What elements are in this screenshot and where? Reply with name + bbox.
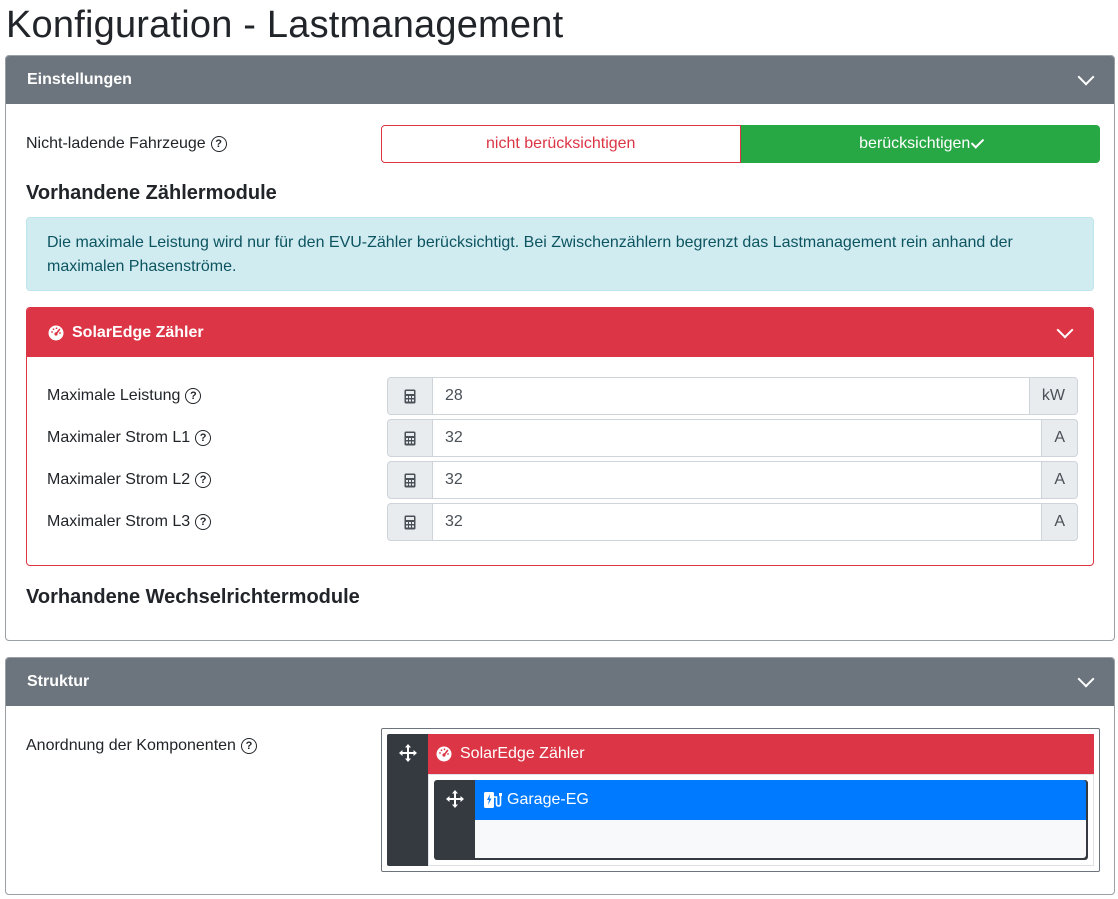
field-label: Maximale Leistung ? <box>47 377 202 415</box>
move-icon[interactable] <box>445 789 465 809</box>
unit-label: A <box>1041 419 1078 457</box>
field-label: Maximaler Strom L2 ? <box>47 461 212 499</box>
tree-child-label: Garage-EG <box>507 791 589 808</box>
arrangement-label: Anordnung der Komponenten <box>26 737 236 754</box>
unit-label: A <box>1041 461 1078 499</box>
arrangement-label-row: Anordnung der Komponenten ? <box>26 736 257 756</box>
option-not-consider-button[interactable]: nicht berücksichtigen <box>381 125 741 163</box>
max-power-input[interactable] <box>433 377 1029 415</box>
chevron-down-icon[interactable] <box>1077 670 1095 688</box>
field-row-l1: Maximaler Strom L1 ? A <box>27 419 1093 457</box>
help-icon[interactable]: ? <box>185 388 202 404</box>
help-icon[interactable]: ? <box>195 514 212 530</box>
unit-label: kW <box>1028 377 1078 415</box>
l3-input-group: A <box>387 503 1078 541</box>
tree-child-dropzone[interactable] <box>475 820 1086 858</box>
help-icon[interactable]: ? <box>195 472 212 488</box>
gauge-icon <box>436 746 452 762</box>
field-label-text: Maximaler Strom L1 <box>47 429 191 446</box>
tree-root-label: SolarEdge Zähler <box>460 745 585 762</box>
meter-header[interactable]: SolarEdge Zähler <box>27 308 1093 357</box>
non-charging-toggle: nicht berücksichtigen berücksichtigen <box>381 125 1100 163</box>
l2-current-input[interactable] <box>433 461 1042 499</box>
option-not-consider-label: nicht berücksichtigen <box>486 135 636 152</box>
struktur-header[interactable]: Struktur <box>6 658 1114 706</box>
l1-input-group: A <box>387 419 1078 457</box>
struktur-title: Struktur <box>27 673 90 690</box>
tree-root-children: Garage-EG <box>428 774 1094 866</box>
field-row-l2: Maximaler Strom L2 ? A <box>27 461 1093 499</box>
field-label-text: Maximale Leistung <box>47 387 181 404</box>
non-charging-label-row: Nicht-ladende Fahrzeuge ? <box>26 125 227 163</box>
help-icon[interactable]: ? <box>240 738 257 754</box>
component-tree: SolarEdge Zähler Garage-EG <box>381 728 1100 872</box>
field-label: Maximaler Strom L3 ? <box>47 503 212 541</box>
calculator-icon <box>387 503 433 541</box>
meter-card: SolarEdge Zähler Maximale Leistung ? kW … <box>26 307 1094 566</box>
einstellungen-header[interactable]: Einstellungen <box>6 56 1114 104</box>
tree-node-root: SolarEdge Zähler Garage-EG <box>387 734 1094 866</box>
meters-heading: Vorhandene Zählermodule <box>26 182 277 204</box>
einstellungen-card: Einstellungen Nicht-ladende Fahrzeuge ? … <box>5 55 1115 641</box>
field-row-l3: Maximaler Strom L3 ? A <box>27 503 1093 541</box>
move-icon[interactable] <box>398 743 418 763</box>
tree-root-header[interactable]: SolarEdge Zähler <box>428 734 1094 774</box>
tree-node-child: Garage-EG <box>434 780 1088 860</box>
max-power-input-group: kW <box>387 377 1078 415</box>
help-icon[interactable]: ? <box>210 136 227 152</box>
field-label-text: Maximaler Strom L2 <box>47 471 191 488</box>
tree-child-header[interactable]: Garage-EG <box>475 780 1086 820</box>
chevron-down-icon[interactable] <box>1056 321 1074 338</box>
calculator-icon <box>387 461 433 499</box>
struktur-card: Struktur Anordnung der Komponenten ? Sol… <box>5 657 1115 895</box>
inverters-heading: Vorhandene Wechselrichtermodule <box>26 586 360 608</box>
info-alert: Die maximale Leistung wird nur für den E… <box>26 217 1094 291</box>
einstellungen-title: Einstellungen <box>27 71 132 88</box>
option-consider-label: berücksichtigen <box>859 135 971 152</box>
option-consider-button[interactable]: berücksichtigen <box>740 125 1100 163</box>
help-icon[interactable]: ? <box>195 430 212 446</box>
unit-label: A <box>1041 503 1078 541</box>
calculator-icon <box>387 377 433 415</box>
l1-current-input[interactable] <box>433 419 1042 457</box>
chevron-down-icon[interactable] <box>1077 68 1095 86</box>
l3-current-input[interactable] <box>433 503 1042 541</box>
charging-station-icon <box>484 792 502 808</box>
meter-title: SolarEdge Zähler <box>72 323 204 341</box>
gauge-icon <box>48 325 64 340</box>
field-label: Maximaler Strom L1 ? <box>47 419 212 457</box>
check-icon <box>971 135 985 149</box>
l2-input-group: A <box>387 461 1078 499</box>
calculator-icon <box>387 419 433 457</box>
page-title: Konfiguration - Lastmanagement <box>6 4 564 46</box>
field-row-max-power: Maximale Leistung ? kW <box>27 377 1093 415</box>
field-label-text: Maximaler Strom L3 <box>47 513 191 530</box>
non-charging-label: Nicht-ladende Fahrzeuge <box>26 135 206 152</box>
